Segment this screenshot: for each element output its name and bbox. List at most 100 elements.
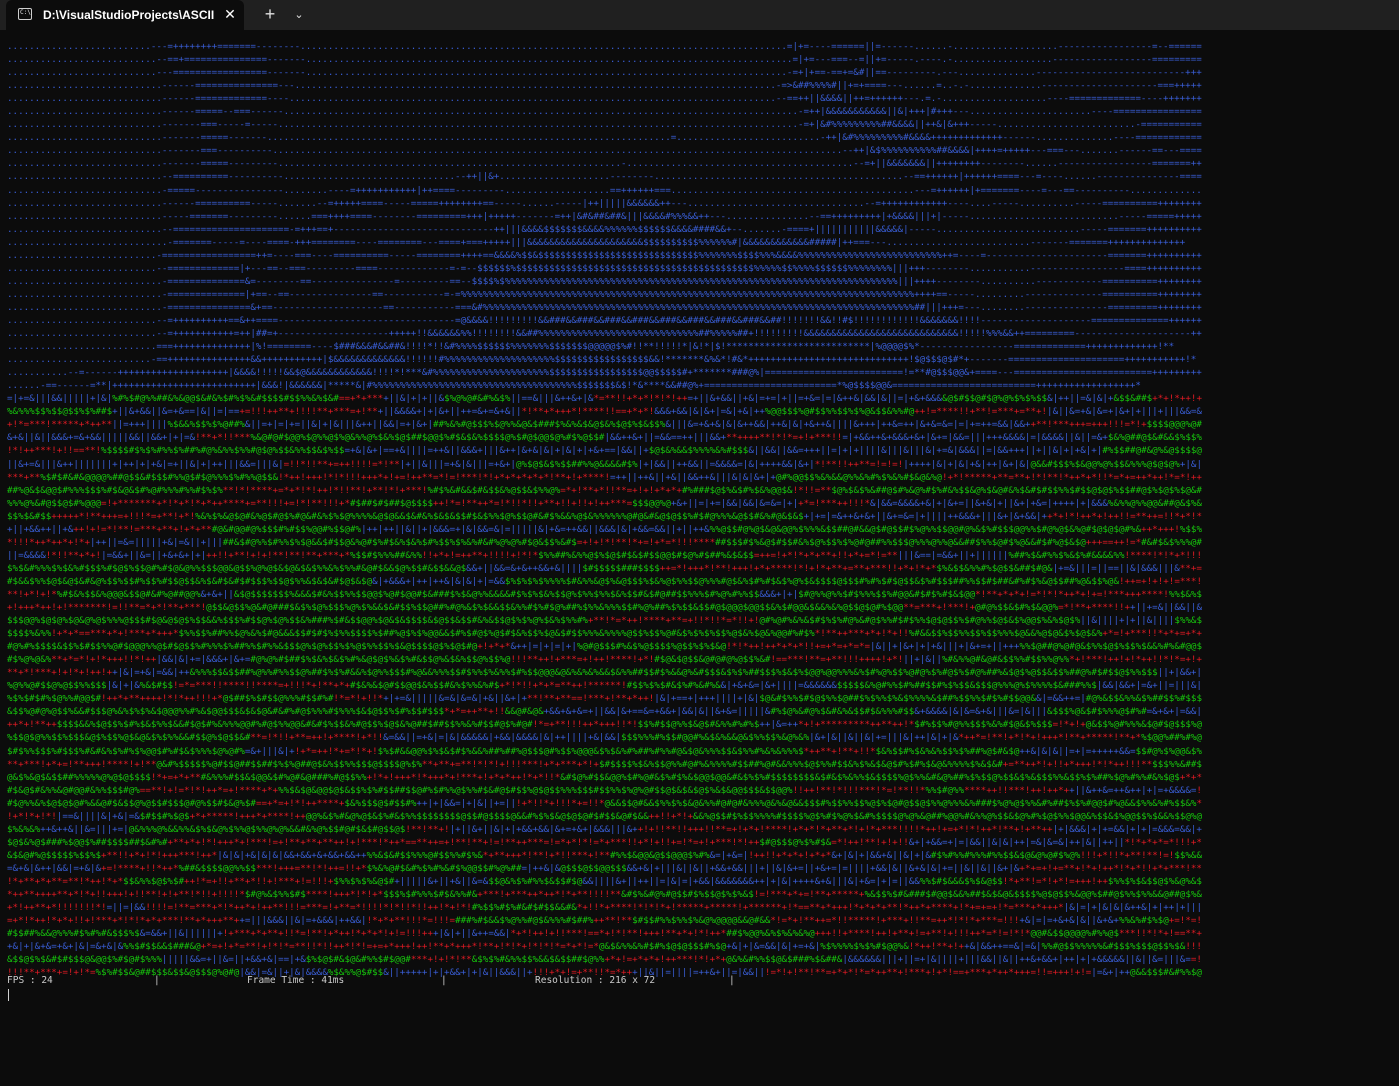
- ascii-art-run: $$$@@%@: [632, 497, 671, 509]
- ascii-art-run: &&+||&&=&+&++&&+&||||: [466, 562, 583, 574]
- ascii-art-run: =+!+!*!**!*+=!+*=*!!!****: [576, 536, 716, 548]
- ascii-art-row: #$%@%@&%**+*=*!+!*+++!!*!++|&&|&|+=|&&&+…: [7, 653, 1202, 666]
- close-tab-button[interactable]: ✕: [222, 6, 238, 22]
- ascii-art-run: |++||=&=|||||+&|=&||+|||: [89, 536, 223, 548]
- ascii-art-run: $$#%@%##: [477, 862, 522, 874]
- ascii-art-run: $@&#$%%$#$@$%%$@##$%$%: [759, 693, 882, 705]
- ascii-art-run: =!*+!+: [1052, 719, 1086, 731]
- terminal-output[interactable]: ..........................---=++++++++==…: [0, 30, 1399, 1016]
- ascii-art-row: ++*+!**++$$$$&&%$@$$%$#%$&$%%$&&#$@$#%&%…: [7, 718, 1202, 731]
- ascii-art-run: $@@@$%#%: [665, 849, 710, 861]
- ascii-art-run: **++++**!*!*=+!+***!!: [726, 432, 843, 444]
- ascii-art-run: ##@#&&: [836, 523, 871, 535]
- tab-ascii[interactable]: C:\ D:\VisualStudioProjects\ASCII ✕: [6, 0, 244, 30]
- ascii-art-run: +||&+&&||&=+&==: [112, 406, 196, 418]
- ascii-art-run: =*!++!**!+!+!!: [831, 836, 909, 848]
- status-separator: |: [154, 975, 160, 986]
- ascii-art-run: %$%&$%%%%&$: [881, 693, 942, 705]
- ascii-art-run: =|+&&++&+&&&+&+|&+=|&&=|: [842, 432, 976, 444]
- ascii-art-run: %%$#$&&&$%$&@$$: [919, 876, 1003, 887]
- ascii-art-run: *+*+*+**!*++*+****+!*+=: [853, 902, 981, 914]
- ascii-art-run: +|+=|=&++&+&+||&+=: [803, 510, 904, 522]
- ascii-art-run: ##$%@@%&%$%&%&%@: [726, 928, 815, 940]
- ascii-art-run: @@&%$$&$%@@$$%$&&%$$@%: [1074, 810, 1197, 822]
- ascii-art-run: +|||||&+||+&||&=&: [394, 876, 489, 887]
- ascii-art-run: !=!***+*+=!**+*****+: [753, 889, 865, 901]
- ascii-art-run: *+*!++!+!!***!=: [510, 928, 594, 940]
- ascii-art-run: ............................-------=====…: [7, 158, 1202, 170]
- ascii-art-run: !!!+*!!*+**!**!=!: [1080, 849, 1175, 861]
- ascii-art-run: !!!: [1185, 941, 1202, 953]
- ascii-art-row: .............................-=======---…: [7, 236, 1202, 249]
- ascii-art-run: **!+*!*+!+++*!**+*****!**+*: [991, 732, 1142, 744]
- ascii-art-run: %$&&%$$%$%@##%: [167, 419, 245, 431]
- ascii-art-run: %$$@$@%%$$%$$$&@$%$$%@$&: [7, 732, 140, 744]
- ascii-art-run: @@#&$$@@@@%#%%@$: [1030, 928, 1119, 940]
- ascii-art-run: #$%#$@%##%$%%&%: [527, 602, 610, 614]
- ascii-art-run: +=+!*=: [980, 902, 1014, 914]
- ascii-art-run: %%$@##: [1019, 641, 1053, 653]
- ascii-art-run: #@%&$$&%: [1085, 693, 1131, 705]
- ascii-art-run: +*=!***++!!!*: [798, 497, 871, 509]
- ascii-art-run: &|||&=+&+&|&|&++&&|++: [665, 419, 782, 431]
- ascii-art-run: &@%$$%$$#%$$%#$$@$$&: [89, 575, 201, 587]
- ascii-art-run: &$$@$%$&#$#$$$@&@@$: [7, 954, 113, 966]
- ascii-art-run: +*=!+***!!*+*+=+*+: [1102, 628, 1202, 640]
- ascii-art-run: **+*=*!+!*+++!!*!++: [51, 654, 157, 666]
- ascii-art-run: |&|=|+|: [1063, 902, 1103, 914]
- ascii-art-run: %$%#$$$$$$$$&$#&$%&%: [748, 771, 859, 783]
- ascii-art-run: $#$$$$$###$$$$: [582, 562, 660, 574]
- ascii-art-run: ||=|&&+++||+||&|+|+&|+|: [975, 445, 1103, 457]
- resolution-readout: Resolution : 216 x 72: [535, 975, 656, 986]
- ascii-art-run: %$$$@$$$$@%$%: [350, 758, 422, 770]
- ascii-art-run: %$&@&%%%%$%&$&#: [919, 758, 1003, 770]
- ascii-art-run: +=**++*!+!!+*+++!*!*++!!!**: [1002, 758, 1153, 770]
- ascii-art-run: %%#@&$@&%%%$$&$%%#%&%&%%%$: [659, 745, 804, 757]
- ascii-art-run: %$$@%$$&$%&$$$%%&$$%: [975, 771, 1086, 783]
- ascii-art-row: *++**++++**+*!*+!!+++!+!!**!+!+**!*!!+!!…: [7, 888, 1202, 901]
- ascii-art-run: |&|=|+&&|&&&&&&&++|+|&|+++: [665, 876, 810, 887]
- ascii-art-run: %%&$&#$$%: [366, 849, 417, 861]
- ascii-art-run: +||&++&=++&++|+|=+&&&&=: [1069, 784, 1197, 796]
- ascii-art-run: ##%%%%%@%@$@$$$$: [62, 771, 151, 783]
- ascii-art-run: ||+|&||: [903, 654, 942, 666]
- ascii-art-run: %$$$$#$%$%#%%$: [101, 445, 179, 457]
- ascii-art-run: +&=++|: [886, 419, 920, 431]
- text-cursor: [8, 989, 9, 1001]
- ascii-art-row: +||+&&++||+&++!+!=*!**!=***+**+!+*+**#@&…: [7, 523, 1202, 536]
- ascii-art-run: &++|=|+|=|+|: [510, 641, 577, 653]
- ascii-art-run: !++*+**++++!*!*++!!!+*: [101, 693, 223, 705]
- ascii-art-run: $%$%$%$%%%%$#: [504, 575, 577, 587]
- ascii-art-run: %#$&#@$: [471, 784, 511, 796]
- ascii-art-run: *=!*!!*!!+**+!!+!!+!++***=: [488, 497, 633, 509]
- new-tab-button[interactable]: +: [258, 5, 282, 25]
- ascii-art-run: %$%%%%$%$%#$@@%&: [820, 941, 909, 953]
- terminal-icon-glyph: C:\: [20, 9, 31, 16]
- ascii-art-run: !*!*++!++*+*+*!!+=+*=+*=*=: [726, 641, 871, 653]
- ascii-art-run: @&$$%@#%%%&$@#$@: [1085, 719, 1175, 731]
- ascii-art-run: &&|&||&+&=|||||&: [681, 706, 771, 718]
- ascii-art-run: &$&@#%@$$$$$%$$%$: [7, 849, 102, 861]
- ascii-art-run: ++!+!=*!: [73, 523, 118, 535]
- ascii-art-run: &@%%$$$@@&@$$%@: [178, 562, 262, 574]
- tab-dropdown-button[interactable]: ⌄: [287, 5, 311, 25]
- ascii-art-run: ............................-===========…: [7, 288, 1202, 300]
- ascii-art-run: !: [1196, 784, 1202, 796]
- ascii-art-run: &|+|&|+&|++|&+|&|: [936, 458, 1031, 470]
- ascii-art-row: ............................--==========…: [7, 223, 1202, 236]
- ascii-art-run: %%%@%%@&&#: [914, 536, 970, 548]
- ascii-art-run: $%&&%@$&%%%%%: [549, 510, 622, 522]
- ascii-art-run: +*+!=+*+*+!++***!*!+*+: [604, 954, 727, 966]
- ascii-art-run: ...........................--===========…: [7, 262, 1202, 274]
- ascii-art-row: $%&%&%++&++&||&=|||+=|@&%%%@%&&%%&$%$&@%…: [7, 823, 1202, 836]
- ascii-art-run: &&@#&@&: [504, 706, 544, 718]
- ascii-art-row: +!*=***!*****+*++**||=+++||||%$&&%$$%$%@…: [7, 418, 1202, 431]
- ascii-art-row: ............................-------=====…: [7, 131, 1202, 144]
- ascii-art-run: &$$$%@&$#$%%%@$#%#: [1047, 706, 1147, 718]
- ascii-art-run: +*!++**+*!!!!!!!*!: [7, 902, 107, 914]
- ascii-art-row: =+*!*++!*+*+!!+!***+*!*!*+*+***!**+*+++*…: [7, 914, 1202, 927]
- ascii-art-run: #$@&$@$$&: [654, 654, 705, 666]
- ascii-art-frame: ..........................---=++++++++==…: [7, 40, 1202, 979]
- ascii-art-run: *=**!!+*+*!*!*!++: [593, 393, 688, 405]
- ascii-art-row: #$&&$%%$@$&@$&#&@%$$%$$#%$$%#$$@$$&%$&#$…: [7, 575, 1202, 588]
